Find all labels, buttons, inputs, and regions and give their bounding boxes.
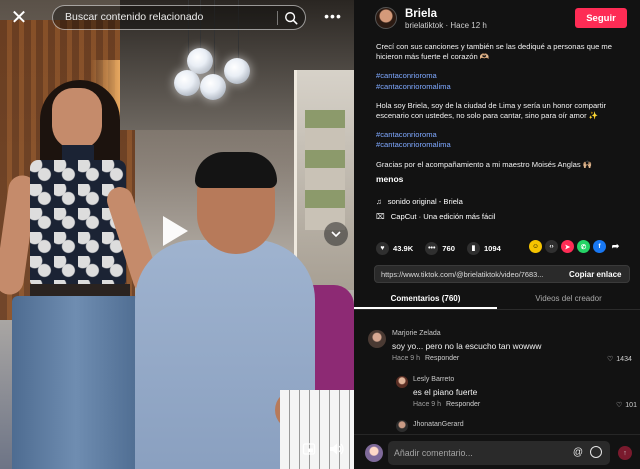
save-count: 1094 bbox=[483, 243, 501, 253]
video-top-bar: ✕ ••• bbox=[0, 0, 354, 34]
sound-label: sonido original - Briela bbox=[387, 197, 463, 206]
like-stat[interactable]: ♥ 43.9K bbox=[376, 241, 414, 255]
search-bar[interactable] bbox=[52, 4, 306, 30]
like-count: 43.9K bbox=[393, 243, 414, 253]
video-url[interactable]: https://www.tiktok.com/@brielatiktok/vid… bbox=[375, 270, 563, 279]
commenter-avatar[interactable] bbox=[368, 330, 386, 348]
author-name[interactable]: Briela bbox=[405, 8, 437, 20]
copy-link-button[interactable]: Copiar enlace bbox=[563, 270, 621, 279]
author-meta: brielatiktok · Hace 12 h bbox=[405, 21, 487, 30]
less-toggle[interactable]: menos bbox=[376, 174, 403, 184]
video-description: Crecí con sus canciones y también se las… bbox=[376, 42, 630, 179]
chevron-down-icon[interactable] bbox=[324, 222, 348, 246]
pendant-light bbox=[224, 58, 250, 84]
description-paragraph: Crecí con sus canciones y también se las… bbox=[376, 42, 612, 62]
comment-icon: ••• bbox=[425, 241, 439, 255]
whatsapp-icon[interactable]: ✆ bbox=[577, 240, 590, 253]
description-paragraph: Gracias por el acompañamiento a mi maest… bbox=[376, 159, 593, 169]
picture-in-picture-icon[interactable] bbox=[300, 440, 318, 458]
bookmark-icon: ▮ bbox=[466, 241, 480, 255]
comment-like[interactable]: ♡ 1434 bbox=[607, 355, 632, 364]
search-input[interactable] bbox=[65, 11, 265, 23]
play-icon[interactable] bbox=[160, 214, 190, 248]
hashtag-link[interactable]: #cantaconrioromalima bbox=[376, 140, 630, 150]
search-icon[interactable] bbox=[284, 11, 298, 25]
commenter-avatar[interactable] bbox=[396, 376, 408, 388]
heart-outline-icon: ♡ bbox=[607, 356, 614, 363]
capcut-label: CapCut · Una edición más fácil bbox=[390, 212, 496, 221]
follow-button[interactable]: Seguir bbox=[575, 8, 627, 28]
author-avatar[interactable] bbox=[375, 7, 397, 29]
share-icons: ☺ ‹› ➤ ✆ f ➦ bbox=[529, 240, 622, 253]
comment-field[interactable]: @ bbox=[388, 441, 610, 465]
save-stat[interactable]: ▮ 1094 bbox=[466, 241, 501, 255]
reply-button[interactable]: Responder bbox=[446, 401, 480, 408]
hashtag-link[interactable]: #cantaconrioromalima bbox=[376, 82, 630, 92]
commenter-avatar[interactable] bbox=[396, 420, 408, 432]
tab-creator-videos[interactable]: Videos del creador bbox=[497, 290, 640, 309]
heart-outline-icon: ♡ bbox=[616, 402, 623, 409]
panel-tabs: Comentarios (760) Videos del creador bbox=[354, 290, 640, 310]
user-avatar[interactable] bbox=[365, 444, 383, 462]
volume-icon[interactable] bbox=[328, 440, 346, 458]
video-controls bbox=[300, 440, 346, 458]
comment-like-count: 1434 bbox=[616, 355, 632, 363]
send-comment-icon[interactable]: ↑ bbox=[618, 446, 632, 460]
comment-composer: @ ↑ bbox=[354, 434, 640, 469]
comment-input[interactable] bbox=[394, 448, 574, 458]
share-arrow-icon[interactable]: ➦ bbox=[609, 240, 622, 253]
capcut-icon: ⌧ bbox=[376, 212, 385, 221]
tab-comments[interactable]: Comentarios (760) bbox=[354, 290, 497, 309]
music-note-icon: ♫ bbox=[376, 197, 382, 206]
comment-like-count: 101 bbox=[625, 401, 637, 409]
emoji-icon[interactable] bbox=[590, 446, 602, 458]
close-icon[interactable]: ✕ bbox=[8, 6, 30, 29]
reply-button[interactable]: Responder bbox=[425, 355, 459, 362]
hashtag-link[interactable]: #cantaconrioroma bbox=[376, 130, 630, 140]
video-link-box: https://www.tiktok.com/@brielatiktok/vid… bbox=[374, 265, 630, 283]
capcut-link[interactable]: ⌧ CapCut · Una edición más fácil bbox=[376, 212, 495, 221]
description-paragraph: Hola soy Briela, soy de la ciudad de Lim… bbox=[376, 100, 607, 121]
mention-icon[interactable]: @ bbox=[573, 447, 583, 458]
friends-share-icon[interactable]: ☺ bbox=[529, 240, 542, 253]
comment-like[interactable]: ♡ 101 bbox=[616, 401, 637, 410]
commenter-name[interactable]: Lesly Barreto bbox=[413, 376, 454, 383]
more-options-icon[interactable]: ••• bbox=[320, 5, 346, 27]
video-player[interactable]: ✕ ••• bbox=[0, 0, 354, 469]
details-panel: Briela brielatiktok · Hace 12 h Seguir C… bbox=[354, 0, 640, 469]
pendant-light bbox=[200, 74, 226, 100]
commenter-name[interactable]: Marjorie Zelada bbox=[392, 330, 441, 337]
send-icon[interactable]: ➤ bbox=[561, 240, 574, 253]
heart-icon: ♥ bbox=[376, 241, 389, 255]
comment-text: es el piano fuerte bbox=[413, 387, 478, 397]
facebook-icon[interactable]: f bbox=[593, 240, 606, 253]
sound-link[interactable]: ♫ sonido original - Briela bbox=[376, 197, 463, 206]
commenter-name[interactable]: JhonatanGerard bbox=[413, 421, 464, 428]
comment-time: Hace 9 h bbox=[392, 355, 421, 362]
embed-icon[interactable]: ‹› bbox=[545, 240, 558, 253]
hashtag-link[interactable]: #cantaconrioroma bbox=[376, 71, 630, 81]
comment-stat[interactable]: ••• 760 bbox=[425, 241, 455, 255]
pendant-light bbox=[174, 70, 200, 96]
comment-count: 760 bbox=[442, 243, 455, 253]
comment-time: Hace 9 h bbox=[413, 401, 442, 408]
comment-text: soy yo... pero no la escucho tan wowww bbox=[392, 341, 542, 351]
tiktok-video-page: ✕ ••• bbox=[0, 0, 640, 469]
